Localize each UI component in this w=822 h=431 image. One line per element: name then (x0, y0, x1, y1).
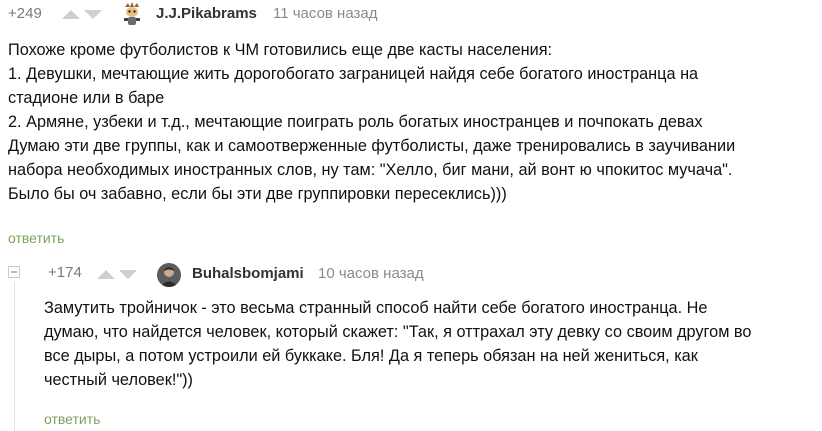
comment-header: +174 Buhalsbomjami 10 часов назад (0, 255, 822, 287)
comment-line: думаю, что найдется человек, который ска… (44, 323, 752, 341)
downvote-arrow-icon[interactable] (119, 270, 137, 279)
reply-link[interactable]: ответить (44, 411, 100, 427)
comment-line: Похоже кроме футболистов к ЧМ готовились… (8, 41, 553, 59)
comment-line: набора необходимых иностранных слов, ну … (8, 161, 733, 179)
reply-link[interactable]: ответить (8, 230, 64, 246)
comment-line: 1. Девушки, мечтающие жить дорогобогато … (8, 65, 699, 83)
user-avatar[interactable] (157, 263, 181, 287)
comment-line: стадионе или в баре (8, 89, 165, 107)
comment-reply: +174 Buhalsbomjami 10 часов назад Замути… (0, 255, 822, 427)
comment-line: Думаю эти две группы, как и самоотвержен… (8, 137, 736, 155)
comment-line: честный человек!")) (44, 371, 193, 389)
cartoon-avatar-icon (120, 2, 144, 26)
vote-controls (97, 270, 137, 279)
comment-time: 10 часов назад (318, 265, 424, 282)
username-link[interactable]: Buhalsbomjami (192, 265, 304, 282)
vote-controls (62, 10, 102, 19)
comment-header: +249 J.J.Pikabrams 11 часов назад (0, 0, 822, 30)
comment-time: 11 часов назад (273, 5, 378, 22)
thread-branch-line[interactable] (14, 282, 15, 431)
upvote-arrow-icon[interactable] (97, 270, 115, 279)
rating-count: +249 (8, 5, 42, 22)
comment-body: Похоже кроме футболистов к ЧМ готовились… (8, 38, 735, 206)
comment-line: Замутить тройничок - это весьма странный… (44, 299, 708, 317)
photo-avatar-icon (157, 263, 181, 287)
comment: +249 J.J.Pikabrams 11 часов назад Похоже… (0, 0, 822, 246)
username-link[interactable]: J.J.Pikabrams (156, 5, 257, 22)
upvote-arrow-icon[interactable] (62, 10, 80, 19)
downvote-arrow-icon[interactable] (84, 10, 102, 19)
rating-count: +174 (48, 264, 82, 281)
comment-body: Замутить тройничок - это весьма странный… (44, 296, 751, 392)
user-avatar[interactable] (120, 2, 144, 26)
comment-line: Было бы оч забавно, если бы эти две груп… (8, 185, 507, 203)
comment-line: 2. Армяне, узбеки и т.д., мечтающие поиг… (8, 113, 703, 131)
comment-line: все дыры, а потом устроили ей буккаке. Б… (44, 347, 698, 365)
